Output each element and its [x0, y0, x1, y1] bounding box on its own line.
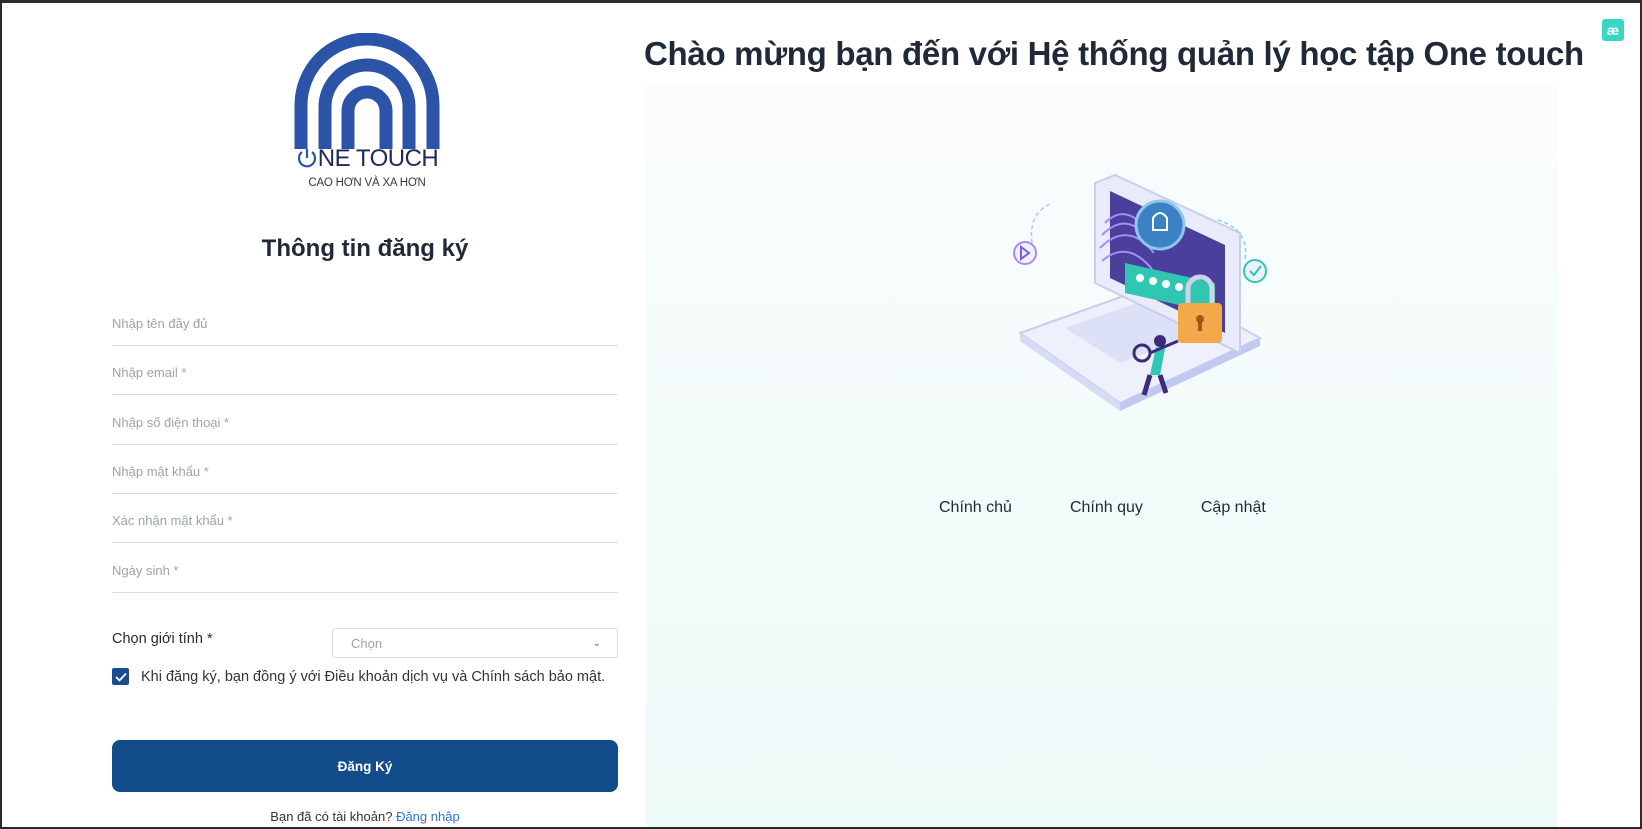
terms-row: Khi đăng ký, bạn đồng ý với Điều khoản d…	[112, 668, 605, 685]
phone-field[interactable]	[112, 395, 618, 445]
login-link[interactable]: Đăng nhập	[396, 809, 460, 824]
brand-name: NE TOUCH	[317, 145, 439, 172]
security-illustration	[1010, 163, 1270, 433]
feature-item: Chính quy	[1069, 499, 1143, 516]
check-icon	[114, 672, 127, 682]
login-prompt: Bạn đã có tài khoản? Đăng nhập	[112, 809, 618, 824]
phone-input[interactable]	[112, 395, 618, 444]
fullname-input[interactable]	[112, 296, 618, 345]
terms-checkbox[interactable]	[112, 668, 129, 685]
chevron-down-icon: ⌄	[592, 637, 601, 649]
page: NE TOUCH CAO HƠN VÀ XA HƠN Thông tin đăn…	[2, 3, 1640, 827]
register-panel: NE TOUCH CAO HƠN VÀ XA HƠN Thông tin đăn…	[2, 3, 642, 827]
welcome-title: Chào mừng bạn đến với Hệ thống quản lý h…	[644, 35, 1584, 72]
fullname-field[interactable]	[112, 296, 618, 346]
terms-text: Khi đăng ký, bạn đồng ý với Điều khoản d…	[141, 668, 606, 685]
power-icon	[297, 149, 316, 168]
feature-list: Chính chủ Chính quy Cập nhật	[939, 499, 1266, 517]
gender-select[interactable]: Chọn ⌄	[332, 628, 618, 658]
birthdate-field[interactable]	[112, 543, 618, 593]
password-input[interactable]	[112, 444, 618, 493]
gender-select-value: Chọn	[351, 635, 383, 651]
form-title: Thông tin đăng ký	[261, 235, 469, 262]
confirm-password-field[interactable]	[112, 493, 618, 543]
confirm-password-input[interactable]	[112, 493, 618, 542]
feature-item: Chính chủ	[939, 499, 1012, 516]
email-input[interactable]	[112, 345, 618, 394]
register-button[interactable]: Đăng Ký	[112, 740, 618, 792]
feature-item: Cập nhật	[1200, 499, 1266, 516]
brand-wordmark: NE TOUCH	[292, 145, 442, 173]
have-account-text: Bạn đã có tài khoản?	[270, 809, 397, 824]
gender-label: Chọn giới tính *	[112, 631, 213, 647]
email-field[interactable]	[112, 345, 618, 395]
password-field[interactable]	[112, 444, 618, 494]
extension-icon[interactable]: æ	[1602, 19, 1624, 41]
brand-tagline: CAO HƠN VÀ XA HƠN	[308, 177, 426, 189]
birthdate-input[interactable]	[112, 543, 618, 592]
